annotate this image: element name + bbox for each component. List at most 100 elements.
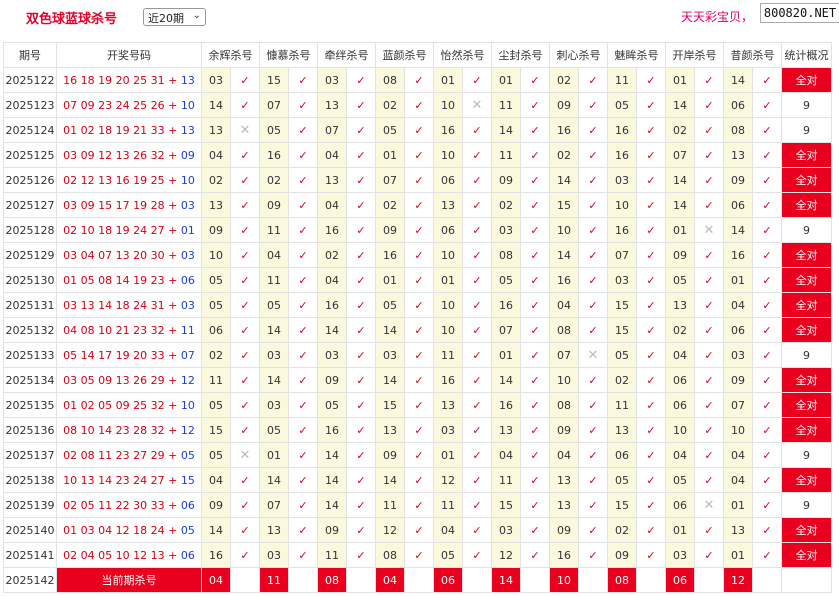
col-expert: 牵绊杀号 <box>317 42 376 68</box>
kill-number: 02 <box>665 317 695 343</box>
check-icon: ✓ <box>636 492 666 518</box>
kill-number: 09 <box>549 417 579 443</box>
check-icon: ✓ <box>578 117 608 143</box>
kill-number: 01 <box>723 267 753 293</box>
check-icon: ✓ <box>578 417 608 443</box>
red-balls: 02 10 18 19 24 27 <box>63 223 165 237</box>
stat-cell: 9 <box>781 92 832 118</box>
kill-number: 14 <box>549 167 579 193</box>
kill-number: 16 <box>491 292 521 318</box>
check-icon: ✓ <box>636 392 666 418</box>
kill-number: 01 <box>491 342 521 368</box>
current-kill-number: 14 <box>491 567 521 593</box>
kill-number: 14 <box>491 367 521 393</box>
check-icon: ✓ <box>694 142 724 168</box>
check-icon: ✓ <box>694 517 724 543</box>
draw-cell: 02 04 05 10 12 13 + 06 <box>56 542 202 568</box>
check-icon: ✓ <box>462 292 492 318</box>
col-expert: 蓝颜杀号 <box>375 42 434 68</box>
red-balls: 01 03 04 12 18 24 <box>63 523 165 537</box>
col-draw: 开奖号码 <box>56 42 202 68</box>
chevron-down-icon: ⌄ <box>192 10 201 21</box>
kill-number: 15 <box>607 292 637 318</box>
kill-number: 05 <box>259 292 289 318</box>
blue-ball: 12 <box>180 423 195 437</box>
empty-cell <box>520 567 550 593</box>
check-icon: ✓ <box>462 117 492 143</box>
check-icon: ✓ <box>520 392 550 418</box>
kill-number: 06 <box>433 167 463 193</box>
check-icon: ✓ <box>520 442 550 468</box>
kill-number: 10 <box>433 292 463 318</box>
kill-number: 01 <box>375 267 405 293</box>
check-icon: ✓ <box>578 92 608 118</box>
kill-number: 03 <box>723 342 753 368</box>
check-icon: ✓ <box>578 467 608 493</box>
period-select[interactable]: 近20期 ⌄ <box>143 8 206 26</box>
kill-number: 13 <box>317 167 347 193</box>
issue-cell: 2025126 <box>3 167 57 193</box>
check-icon: ✓ <box>346 167 376 193</box>
stat-cell: 全对 <box>781 367 832 393</box>
check-icon: ✓ <box>288 292 318 318</box>
table-row: 2025133 05 14 17 19 20 33 + 07 02 ✓ 03 ✓ 03 ✓ 03… <box>3 342 832 368</box>
kill-number: 13 <box>549 467 579 493</box>
stat-cell: 全对 <box>781 267 832 293</box>
check-icon: ✓ <box>346 542 376 568</box>
check-icon: ✓ <box>520 467 550 493</box>
check-icon: ✓ <box>520 292 550 318</box>
check-icon: ✓ <box>694 467 724 493</box>
kill-number: 13 <box>201 117 231 143</box>
check-icon: ✓ <box>520 117 550 143</box>
check-icon: ✓ <box>752 192 782 218</box>
check-icon: ✓ <box>346 117 376 143</box>
check-icon: ✓ <box>752 517 782 543</box>
top-bar: 双色球蓝球杀号 近20期 ⌄ 天天彩宝贝， 800820.NET <box>0 0 839 36</box>
draw-cell: 10 13 14 23 24 27 + 15 <box>56 467 202 493</box>
stat-cell: 全对 <box>781 542 832 568</box>
check-icon: ✓ <box>346 517 376 543</box>
promo-link[interactable]: 天天彩宝贝， <box>681 8 753 25</box>
kill-number: 15 <box>549 192 579 218</box>
check-icon: ✓ <box>404 517 434 543</box>
kill-number: 03 <box>201 67 231 93</box>
check-icon: ✓ <box>230 267 260 293</box>
check-icon: ✓ <box>404 317 434 343</box>
current-period-row: 2025142 当前期杀号 04 11 08 04 06 14 10 08 06 12 <box>3 567 832 593</box>
draw-cell: 02 05 11 22 30 33 + 06 <box>56 492 202 518</box>
current-kill-number: 08 <box>317 567 347 593</box>
kill-number: 02 <box>549 67 579 93</box>
check-icon: ✓ <box>578 142 608 168</box>
check-icon: ✓ <box>288 392 318 418</box>
blue-ball: 05 <box>180 448 195 462</box>
blue-ball: 03 <box>180 298 195 312</box>
empty-cell <box>462 567 492 593</box>
check-icon: ✓ <box>694 267 724 293</box>
kill-number: 11 <box>433 342 463 368</box>
check-icon: ✓ <box>578 242 608 268</box>
kill-number: 13 <box>723 517 753 543</box>
check-icon: ✓ <box>288 192 318 218</box>
check-icon: ✓ <box>752 267 782 293</box>
check-icon: ✓ <box>288 492 318 518</box>
kill-number: 11 <box>259 267 289 293</box>
check-icon: ✓ <box>694 342 724 368</box>
kill-number: 04 <box>665 442 695 468</box>
check-icon: ✓ <box>346 342 376 368</box>
red-balls: 10 13 14 23 24 27 <box>63 473 165 487</box>
kill-number: 05 <box>201 267 231 293</box>
kill-number: 14 <box>259 367 289 393</box>
kill-number: 03 <box>259 342 289 368</box>
check-icon: ✓ <box>752 467 782 493</box>
current-kill-number: 11 <box>259 567 289 593</box>
kill-number: 15 <box>375 392 405 418</box>
check-icon: ✓ <box>404 242 434 268</box>
kill-number: 05 <box>317 392 347 418</box>
check-icon: ✓ <box>462 167 492 193</box>
red-balls: 02 08 11 23 27 29 <box>63 448 165 462</box>
kill-number: 14 <box>549 242 579 268</box>
check-icon: ✓ <box>462 342 492 368</box>
draw-cell: 08 10 14 23 28 32 + 12 <box>56 417 202 443</box>
stat-cell: 全对 <box>781 417 832 443</box>
check-icon: ✓ <box>346 492 376 518</box>
